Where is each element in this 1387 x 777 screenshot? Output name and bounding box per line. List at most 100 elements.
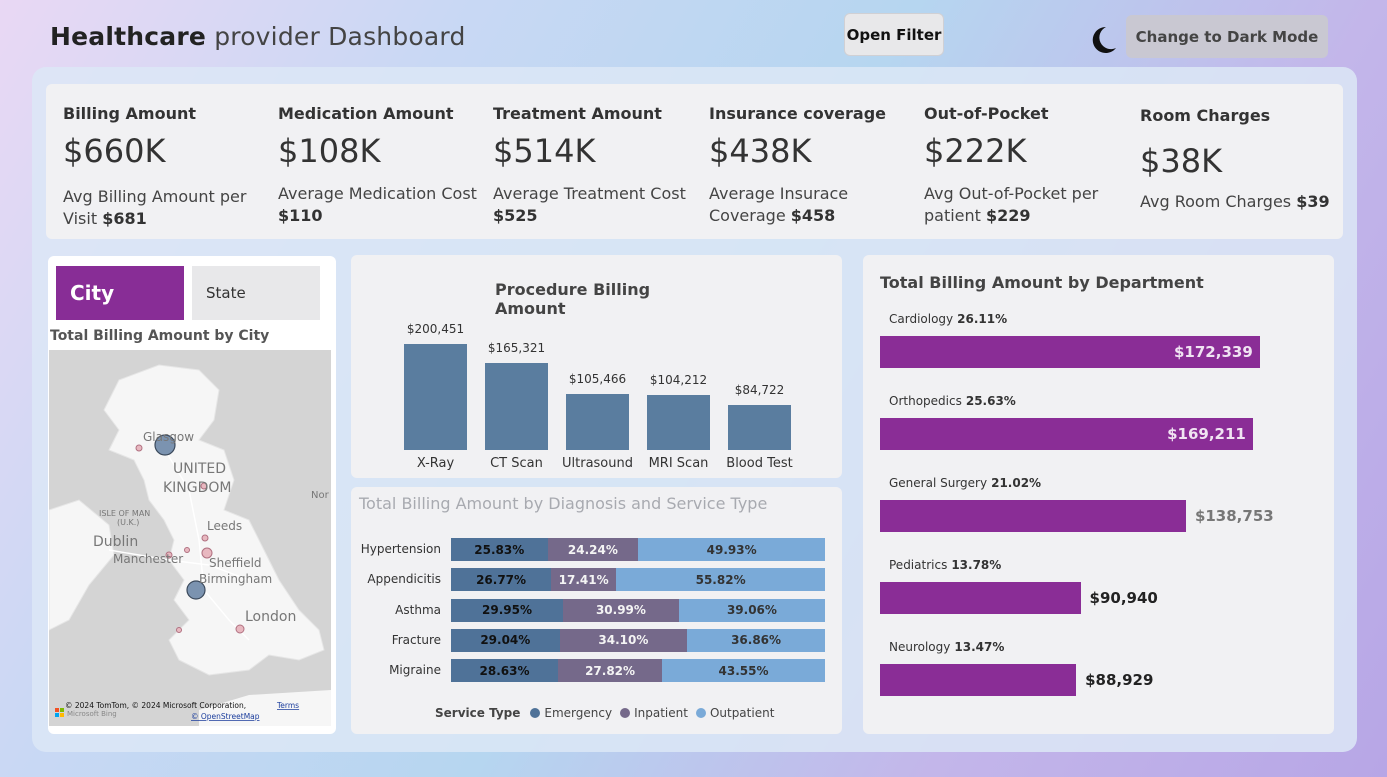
bing-label: Microsoft Bing bbox=[67, 710, 117, 718]
map-bubble-london[interactable] bbox=[235, 624, 245, 634]
map-osm-link[interactable]: © OpenStreetMap bbox=[191, 712, 260, 721]
map-title: Total Billing Amount by City bbox=[50, 328, 270, 344]
kpi-subtext: Avg Room Charges $39 bbox=[1140, 191, 1340, 213]
procedure-bar-label: $104,212 bbox=[649, 372, 708, 387]
kpi-subtext: Avg Billing Amount per Visit $681 bbox=[63, 186, 268, 230]
procedure-category-label: Ultrasound bbox=[562, 456, 633, 471]
department-label: Pediatrics 13.78% bbox=[889, 558, 1001, 572]
kpi-label: Room Charges bbox=[1140, 106, 1271, 125]
department-percent: 21.02% bbox=[991, 476, 1042, 490]
tab-state[interactable]: State bbox=[192, 266, 320, 320]
procedure-bar[interactable] bbox=[566, 394, 629, 450]
procedure-category-label: Blood Test bbox=[726, 456, 793, 471]
diagnosis-segment-emergency[interactable]: 28.63% bbox=[451, 659, 559, 683]
procedure-category-label: MRI Scan bbox=[648, 456, 709, 471]
diagnosis-segment-inpatient[interactable]: 34.10% bbox=[559, 628, 688, 652]
department-bar[interactable] bbox=[880, 582, 1081, 614]
legend-inpatient: Inpatient bbox=[634, 706, 688, 720]
diagnosis-segment-inpatient[interactable]: 30.99% bbox=[563, 598, 679, 622]
department-percent: 26.11% bbox=[957, 312, 1008, 326]
kpi-value: $660K bbox=[63, 132, 166, 170]
diagnosis-segment-outpatient[interactable]: 55.82% bbox=[616, 568, 825, 592]
map-label-nor: Nor bbox=[311, 490, 330, 501]
kpi-sub-label: Average Treatment Cost bbox=[493, 184, 686, 203]
department-name: General Surgery bbox=[889, 476, 988, 490]
kpi-label: Treatment Amount bbox=[493, 104, 662, 123]
department-percent: 25.63% bbox=[965, 394, 1016, 408]
department-value: $169,211 bbox=[1167, 425, 1246, 443]
procedure-bar[interactable] bbox=[647, 394, 710, 450]
procedure-bar[interactable] bbox=[728, 405, 791, 450]
kpi-sub-value: $681 bbox=[102, 209, 147, 228]
department-name: Cardiology bbox=[889, 312, 954, 326]
department-label: Cardiology 26.11% bbox=[889, 312, 1007, 326]
department-label: General Surgery 21.02% bbox=[889, 476, 1041, 490]
kpi-value: $438K bbox=[709, 132, 812, 170]
kpi-label: Billing Amount bbox=[63, 104, 197, 123]
procedure-bar[interactable] bbox=[404, 344, 467, 450]
legend-emergency: Emergency bbox=[544, 706, 613, 720]
page-title: Healthcare provider Dashboard bbox=[50, 22, 466, 51]
kpi-value: $108K bbox=[278, 132, 381, 170]
department-value: $138,753 bbox=[1194, 507, 1274, 525]
map-label-kingdom: KINGDOM bbox=[163, 480, 232, 496]
department-bar[interactable] bbox=[880, 664, 1077, 696]
kpi-value: $514K bbox=[493, 132, 596, 170]
kpi-label: Out-of-Pocket bbox=[924, 104, 1049, 123]
kpi-label: Medication Amount bbox=[278, 104, 454, 123]
diagnosis-segment-outpatient[interactable]: 39.06% bbox=[678, 598, 825, 622]
diagnosis-segment-outpatient[interactable]: 49.93% bbox=[638, 538, 825, 561]
diagnosis-segment-outpatient[interactable]: 43.55% bbox=[662, 659, 825, 683]
procedure-bar-label: $165,321 bbox=[487, 340, 546, 355]
map-view[interactable]: Glasgow UNITED KINGDOM ISLE OF MAN (U.K.… bbox=[49, 350, 331, 726]
dark-mode-button[interactable]: Change to Dark Mode bbox=[1126, 15, 1328, 58]
kpi-sub-label: Average Medication Cost bbox=[278, 184, 477, 203]
department-bar[interactable] bbox=[880, 500, 1186, 532]
map-label-uk: (U.K.) bbox=[117, 518, 139, 527]
map-bubble-leeds[interactable] bbox=[201, 534, 209, 542]
procedure-category-label: CT Scan bbox=[490, 456, 543, 471]
tab-city[interactable]: City bbox=[56, 266, 184, 320]
diagnosis-segment-emergency[interactable]: 25.83% bbox=[451, 538, 548, 561]
legend-title: Service Type bbox=[435, 706, 521, 720]
map-bubble-south[interactable] bbox=[176, 627, 182, 633]
map-terms-link[interactable]: Terms bbox=[276, 701, 299, 710]
legend-dot-inpatient bbox=[620, 708, 631, 718]
map-attribution: © 2024 TomTom, © 2024 Microsoft Corporat… bbox=[65, 701, 246, 710]
kpi-value: $222K bbox=[924, 132, 1027, 170]
moon-icon[interactable] bbox=[1086, 24, 1118, 56]
diagnosis-segment-outpatient[interactable]: 36.86% bbox=[687, 628, 825, 652]
diagnosis-segment-inpatient[interactable]: 27.82% bbox=[558, 659, 663, 683]
diagnosis-segment-emergency[interactable]: 29.95% bbox=[451, 598, 563, 622]
procedure-bar-label: $105,466 bbox=[568, 372, 627, 387]
kpi-sub-value: $525 bbox=[493, 206, 538, 225]
diagnosis-segment-emergency[interactable]: 26.77% bbox=[451, 568, 552, 592]
diagnosis-segment-inpatient[interactable]: 17.41% bbox=[551, 568, 617, 592]
department-chart-title: Total Billing Amount by Department bbox=[880, 273, 1204, 292]
diagnosis-segment-inpatient[interactable]: 24.24% bbox=[547, 538, 639, 561]
procedure-chart-title: Procedure Billing Amount bbox=[495, 280, 651, 318]
procedure-category-label: X-Ray bbox=[416, 456, 455, 471]
diagnosis-chart-card: Total Billing Amount by Diagnosis and Se… bbox=[351, 487, 842, 734]
map-graphic: Glasgow UNITED KINGDOM ISLE OF MAN (U.K.… bbox=[49, 350, 331, 726]
procedure-bar-label: $200,451 bbox=[406, 322, 465, 336]
map-label-birmingham: Birmingham bbox=[199, 572, 272, 586]
map-bubble-mid[interactable] bbox=[184, 547, 190, 553]
map-label-dublin: Dublin bbox=[93, 534, 138, 550]
map-label-leeds: Leeds bbox=[207, 519, 242, 533]
procedure-bar[interactable] bbox=[485, 362, 548, 450]
kpi-sub-label: Avg Room Charges bbox=[1140, 192, 1297, 211]
kpi-strip: Billing Amount $660K Avg Billing Amount pe… bbox=[46, 84, 1343, 239]
kpi-sub-value: $110 bbox=[278, 206, 323, 225]
kpi-sub-value: $458 bbox=[790, 206, 836, 225]
header-bar: Healthcare provider Dashboard Open Filte… bbox=[0, 0, 1387, 66]
diagnosis-segment-emergency[interactable]: 29.04% bbox=[451, 628, 560, 652]
procedure-bar-label: $84,722 bbox=[734, 383, 785, 398]
kpi-sub-value: $39 bbox=[1296, 192, 1330, 211]
map-label-london: London bbox=[245, 609, 296, 625]
map-bubble-edinburgh[interactable] bbox=[135, 444, 143, 452]
procedure-chart-card: Procedure Billing Amount $200,451 X-Ray $1… bbox=[351, 255, 842, 478]
map-label-glasgow: Glasgow bbox=[143, 430, 194, 444]
kpi-sub-value: $229 bbox=[986, 206, 1031, 225]
open-filter-button[interactable]: Open Filter bbox=[844, 13, 944, 56]
